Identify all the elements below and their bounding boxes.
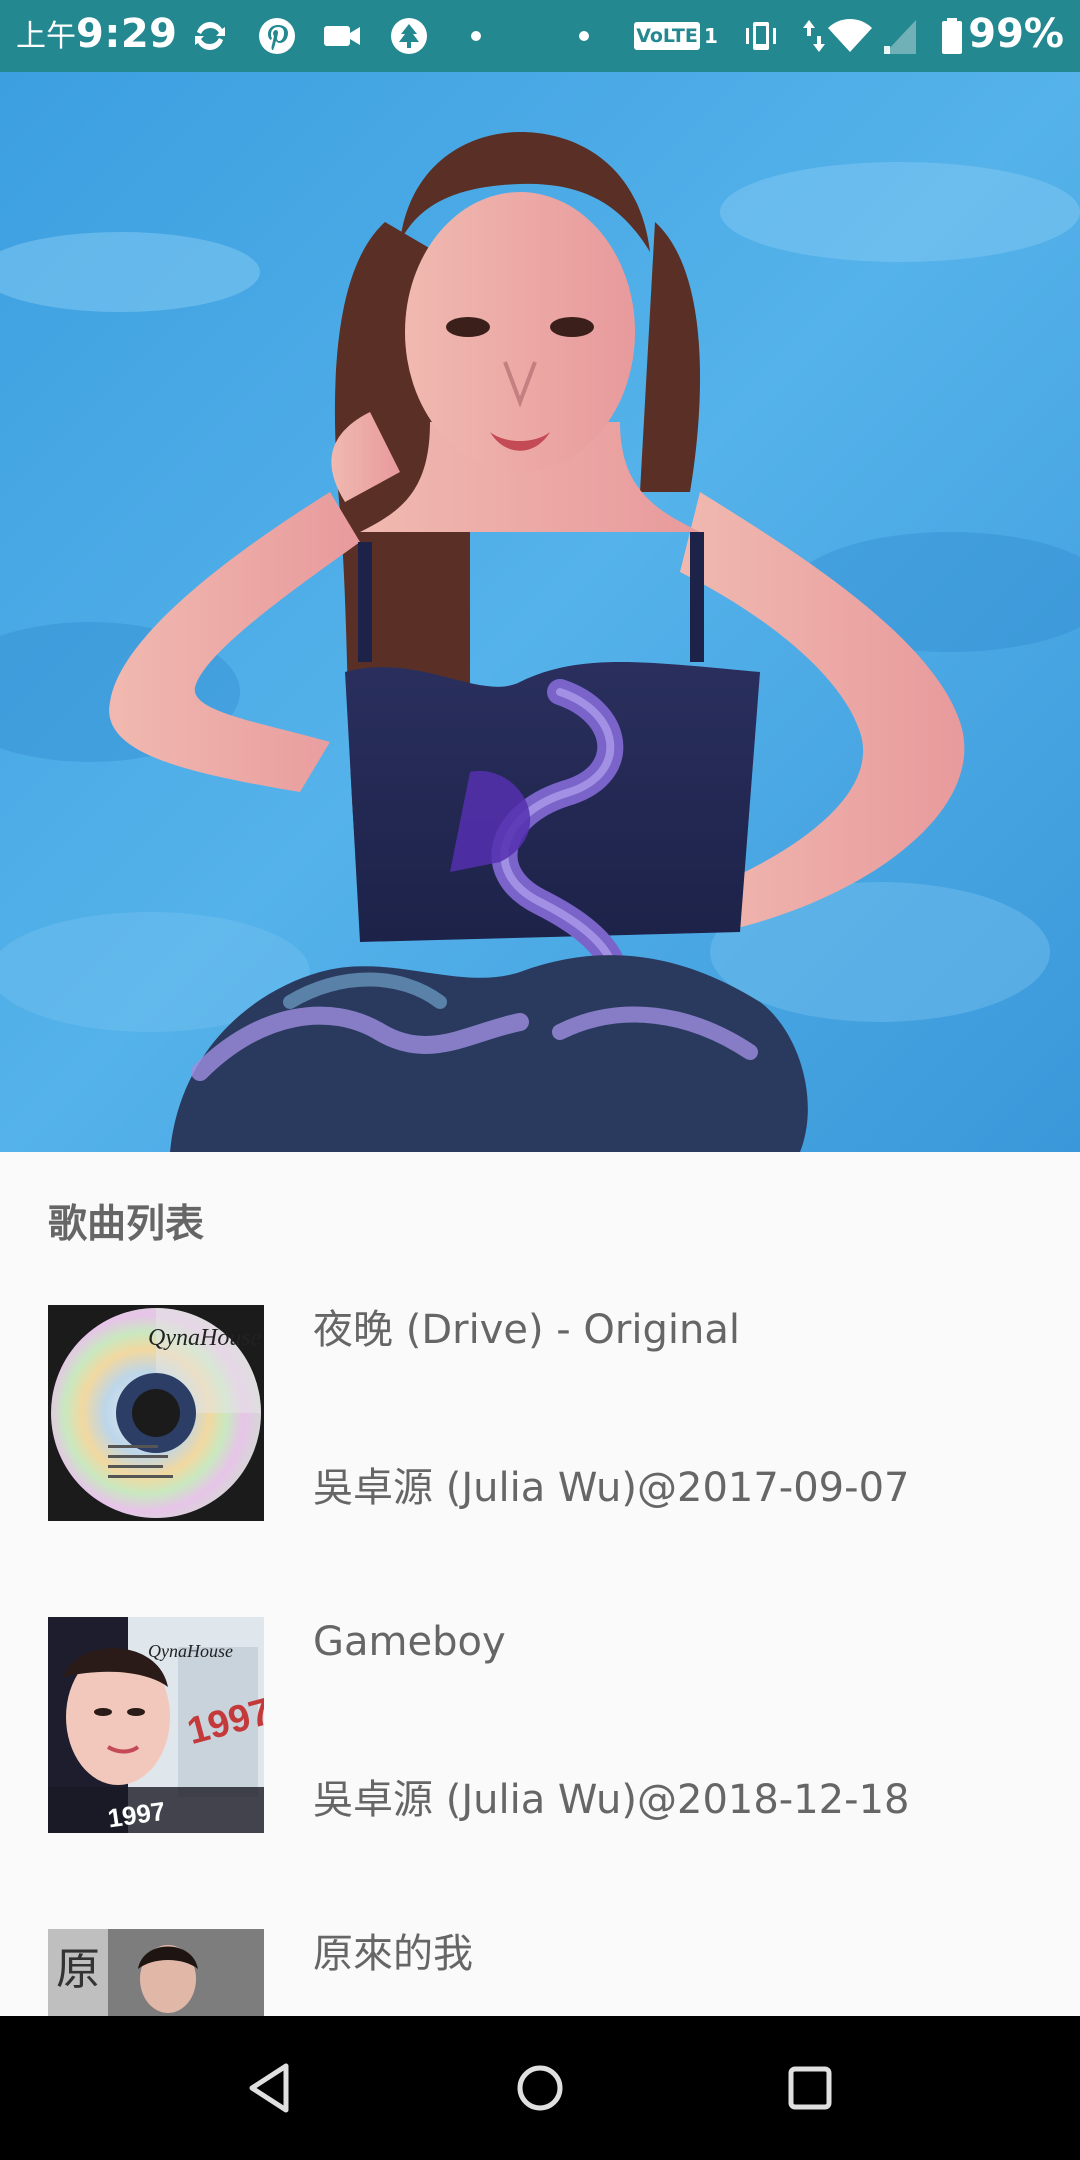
song-list-item[interactable]: 原 原來的我 bbox=[0, 1929, 1080, 2016]
song-list-item[interactable]: QynaHouse 夜晚 (Drive) - Original 吳卓源 (Jul… bbox=[0, 1305, 1080, 1617]
album-cover-thumbnail: 1997 QynaHouse 1997 bbox=[48, 1617, 264, 1833]
status-time: 9:29 bbox=[76, 11, 178, 57]
cell-signal-icon bbox=[884, 20, 916, 54]
svg-text:QynaHouse: QynaHouse bbox=[148, 1325, 262, 1351]
song-list-item[interactable]: 1997 QynaHouse 1997 Gameboy 吳卓源 (Julia W… bbox=[0, 1617, 1080, 1929]
svg-text:QynaHouse: QynaHouse bbox=[148, 1641, 233, 1661]
song-artist-date: 吳卓源 (Julia Wu)@2017-09-07 bbox=[313, 1465, 910, 1511]
battery-icon bbox=[942, 18, 962, 54]
status-bar: 上午 9:29 VoLTE 1 99% bbox=[0, 0, 1080, 72]
status-time-prefix: 上午 bbox=[16, 19, 76, 54]
back-icon[interactable] bbox=[234, 2052, 306, 2124]
album-cover-thumbnail: 原 bbox=[48, 1929, 264, 2016]
app-screen: 上午 9:29 VoLTE 1 99% 歌曲列表 QynaHouse 夜晚 (D… bbox=[0, 0, 1080, 2160]
recents-icon[interactable] bbox=[774, 2052, 846, 2124]
volte-badge: VoLTE bbox=[634, 22, 700, 50]
magazine-cover: 1997 QynaHouse 1997 bbox=[48, 1617, 264, 1833]
svg-text:原: 原 bbox=[56, 1944, 100, 1995]
sim-indicator: 1 bbox=[704, 24, 718, 48]
pinterest-icon bbox=[259, 18, 295, 54]
song-artist-date: 吳卓源 (Julia Wu)@2018-12-18 bbox=[313, 1777, 910, 1823]
home-icon[interactable] bbox=[504, 2052, 576, 2124]
artist-hero-image bbox=[0, 72, 1080, 1152]
battery-percent: 99% bbox=[968, 11, 1064, 57]
notification-dot-icon bbox=[471, 31, 481, 41]
song-list-section: 歌曲列表 QynaHouse 夜晚 (Drive) - Original 吳卓源… bbox=[0, 1152, 1080, 2016]
video-camera-icon bbox=[324, 26, 360, 46]
volte-label: VoLTE bbox=[636, 25, 698, 47]
data-arrows-icon bbox=[803, 20, 825, 52]
artist-photo bbox=[0, 72, 1080, 1152]
vibrate-icon bbox=[746, 22, 776, 50]
notification-dot-icon bbox=[579, 31, 589, 41]
sync-icon bbox=[195, 22, 225, 50]
song-title: 夜晚 (Drive) - Original bbox=[313, 1307, 740, 1353]
song-list-title: 歌曲列表 bbox=[48, 1202, 205, 1247]
cd-disc-cover: QynaHouse bbox=[48, 1305, 264, 1521]
song-title: 原來的我 bbox=[313, 1931, 473, 1977]
portrait-cover: 原 bbox=[48, 1929, 264, 2016]
navigation-bar bbox=[0, 2016, 1080, 2160]
album-cover-thumbnail: QynaHouse bbox=[48, 1305, 264, 1521]
song-title: Gameboy bbox=[313, 1619, 506, 1665]
timberland-icon bbox=[391, 18, 427, 54]
wifi-icon bbox=[828, 19, 872, 52]
